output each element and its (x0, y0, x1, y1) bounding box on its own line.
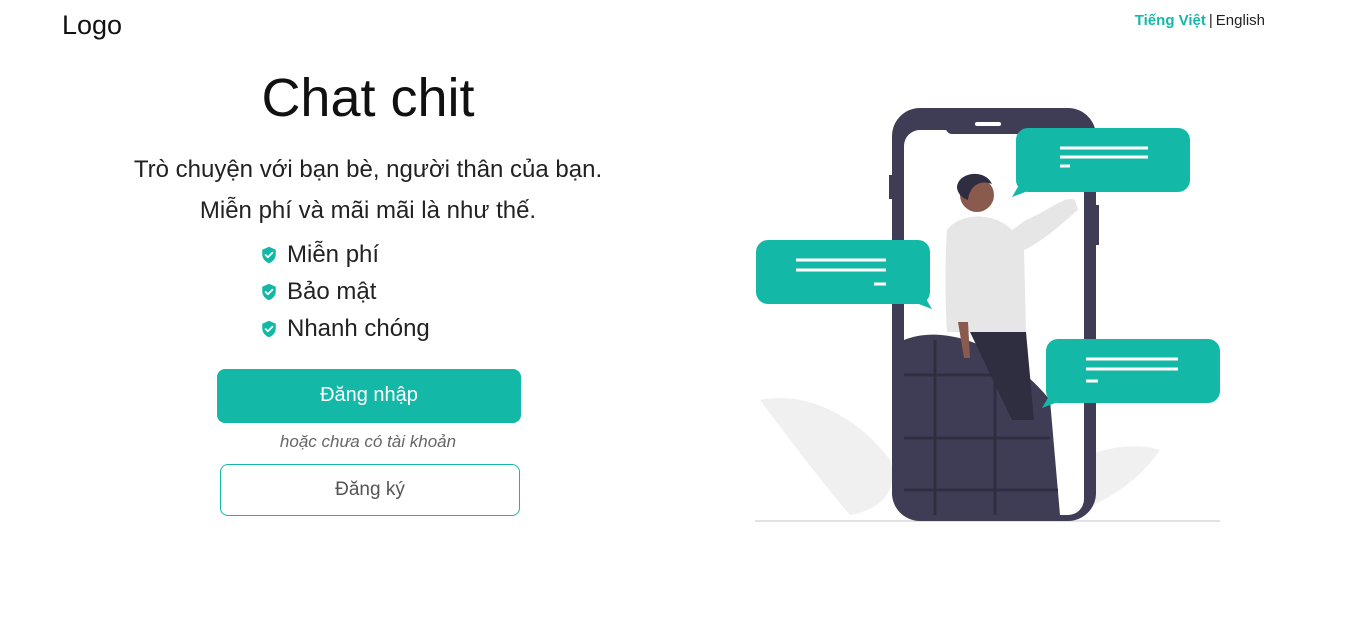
register-button[interactable]: Đăng ký (220, 463, 520, 516)
language-switcher: Tiếng Việt | English (1135, 12, 1265, 29)
chat-bubble-left (756, 240, 932, 309)
shield-check-icon (262, 284, 276, 301)
feature-item: Miễn phí (260, 237, 626, 274)
shield-check-icon (262, 321, 276, 338)
shield-check-icon (262, 247, 276, 264)
feature-item: Bảo mật (260, 274, 626, 311)
feature-label: Nhanh chóng (287, 315, 430, 343)
feature-list: Miễn phí Bảo mật Nhanh chóng (260, 237, 626, 348)
chat-bubble-top (1012, 128, 1190, 197)
leaf-shape (760, 398, 893, 515)
logo[interactable]: Logo (62, 10, 122, 41)
lang-separator: | (1208, 12, 1213, 29)
hero-section: Chat chit Trò chuyện với bạn bè, người t… (110, 60, 626, 516)
lang-english-link[interactable]: English (1216, 12, 1265, 29)
page-title: Chat chit (261, 68, 475, 128)
or-no-account-text: hoặc chưa có tài khoản (279, 431, 457, 451)
feature-label: Miễn phí (287, 241, 380, 269)
hero-subtitle: Trò chuyện với bạn bè, người thân của bạ… (133, 155, 603, 224)
person-phone-chat-illustration (755, 108, 1220, 522)
login-button[interactable]: Đăng nhập (217, 368, 521, 423)
feature-label: Bảo mật (287, 278, 377, 306)
lang-vietnamese-link[interactable]: Tiếng Việt (1135, 12, 1206, 29)
feature-item: Nhanh chóng (260, 311, 626, 348)
chat-bubble-right (1042, 339, 1220, 408)
